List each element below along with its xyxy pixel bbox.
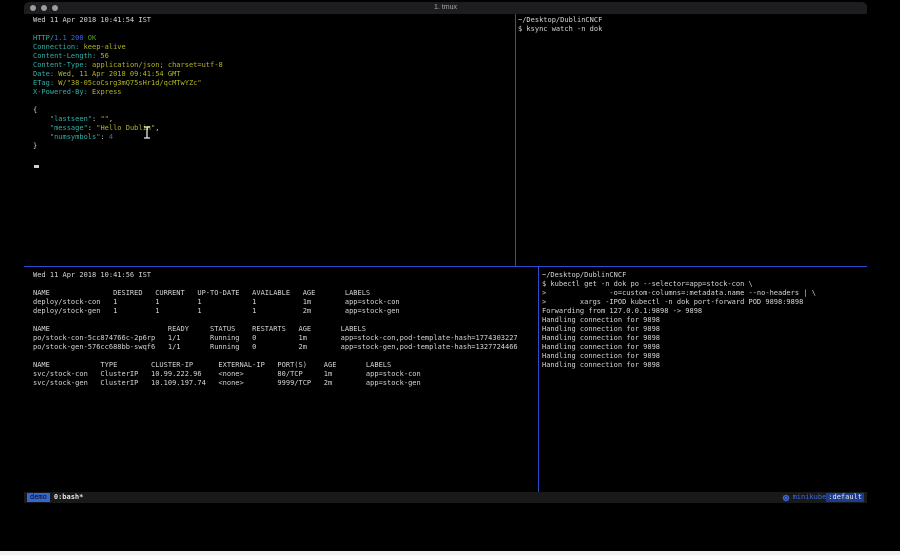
tmux-status-bar: demo 0:bash* minikube:default	[24, 492, 867, 503]
header-name: ETag:	[33, 79, 54, 87]
connection-line: Handling connection for 9898	[542, 316, 816, 325]
header-value: application/json; charset=utf-8	[88, 61, 223, 69]
header-value: W/"38-05coCsrg3mQ75sHr1d/qcMTwYZc"	[54, 79, 202, 87]
header-value: Wed, 11 Apr 2018 09:41:54 GMT	[54, 70, 180, 78]
terminal-cursor	[34, 165, 39, 168]
json-comma: ,	[109, 115, 113, 123]
pod-table-row: po/stock-con-5cc874766c-2p6rp 1/1 Runnin…	[33, 334, 518, 343]
blank-line	[33, 25, 223, 34]
command-line: > xargs -IPOD kubectl -n dok port-forwar…	[542, 298, 816, 307]
connection-line: Handling connection for 9898	[542, 325, 816, 334]
json-key: "numsymbols"	[33, 133, 100, 141]
cwd: ~/Desktop/DublinCNCF	[518, 16, 602, 25]
http-header: Content-Type: application/json; charset=…	[33, 61, 223, 70]
command-line: $ kubectl get -n dok po --selector=app=s…	[542, 280, 816, 289]
header-value: keep-alive	[79, 43, 125, 51]
json-field: "numsymbols": 4	[33, 133, 223, 142]
window-titlebar: 1. tmux	[24, 2, 867, 14]
json-field: "lastseen": "",	[33, 115, 223, 124]
pane-bottom-right[interactable]: ~/Desktop/DublinCNCF $ kubectl get -n do…	[542, 271, 816, 370]
deploy-table-row: deploy/stock-gen 1 1 1 1 2m app=stock-ge…	[33, 307, 518, 316]
pane-divider-vertical-top[interactable]	[515, 14, 516, 266]
pane-top-right[interactable]: ~/Desktop/DublinCNCF $ ksync watch -n do…	[518, 16, 602, 34]
svc-table-row: svc/stock-gen ClusterIP 10.109.197.74 <n…	[33, 379, 518, 388]
kube-context: minikube	[793, 492, 827, 503]
connection-line: Handling connection for 9898	[542, 361, 816, 370]
pane-divider-horizontal[interactable]	[24, 266, 867, 267]
json-open-brace: {	[33, 106, 223, 115]
json-key: "lastseen"	[33, 115, 92, 123]
deploy-table-header: NAME DESIRED CURRENT UP-TO-DATE AVAILABL…	[33, 289, 518, 298]
json-value: 4	[109, 133, 113, 141]
pod-table-header: NAME READY STATUS RESTARTS AGE LABELS	[33, 325, 518, 334]
command: $ ksync watch -n dok	[518, 25, 602, 34]
header-value: 56	[96, 52, 109, 60]
svc-table-row: svc/stock-con ClusterIP 10.99.222.96 <no…	[33, 370, 518, 379]
http-proto: HTTP/	[33, 34, 54, 42]
blank-line	[33, 316, 518, 325]
connection-line: Handling connection for 9898	[542, 343, 816, 352]
connection-line: Handling connection for 9898	[542, 334, 816, 343]
svc-table-header: NAME TYPE CLUSTER-IP EXTERNAL-IP PORT(S)…	[33, 361, 518, 370]
mouse-cursor-ibeam	[143, 126, 151, 139]
desktop-edge-strip	[0, 551, 900, 555]
http-header: Connection: keep-alive	[33, 43, 223, 52]
http-header: ETag: W/"38-05coCsrg3mQ75sHr1d/qcMTwYZc"	[33, 79, 223, 88]
http-header: X-Powered-By: Express	[33, 88, 223, 97]
json-field: "message": "Hello Dublin",	[33, 124, 223, 133]
forwarding-line: Forwarding from 127.0.0.1:9898 -> 9898	[542, 307, 816, 316]
deploy-table-row: deploy/stock-con 1 1 1 1 1m app=stock-co…	[33, 298, 518, 307]
header-name: Content-Type:	[33, 61, 88, 69]
command-line: > -o=custom-columns=:metadata.name --no-…	[542, 289, 816, 298]
blank-line	[33, 352, 518, 361]
status-right: minikube:default	[782, 492, 864, 503]
json-close-brace: }	[33, 142, 223, 151]
json-value: ""	[100, 115, 108, 123]
header-value: Express	[88, 88, 122, 96]
cwd: ~/Desktop/DublinCNCF	[542, 271, 816, 280]
http-header: Date: Wed, 11 Apr 2018 09:41:54 GMT	[33, 70, 223, 79]
pane-bottom-left[interactable]: Wed 11 Apr 2018 10:41:56 IST NAME DESIRE…	[33, 271, 518, 388]
pane-divider-vertical-bottom[interactable]	[538, 267, 539, 492]
connection-line: Handling connection for 9898	[542, 352, 816, 361]
json-key: "message"	[33, 124, 88, 132]
json-separator: :	[88, 124, 96, 132]
http-version-code: 1.1 200	[54, 34, 84, 42]
kube-namespace: :default	[826, 493, 864, 502]
http-header: Content-Length: 56	[33, 52, 223, 61]
pod-table-row: po/stock-gen-576cc688bb-swqf6 1/1 Runnin…	[33, 343, 518, 352]
blank-line	[33, 280, 518, 289]
header-name: Content-Length:	[33, 52, 96, 60]
timestamp: Wed 11 Apr 2018 10:41:54 IST	[33, 16, 223, 25]
json-separator: :	[100, 133, 108, 141]
header-name: Connection:	[33, 43, 79, 51]
pane-top-left[interactable]: Wed 11 Apr 2018 10:41:54 IST HTTP/1.1 20…	[33, 16, 223, 151]
session-name-badge: demo	[27, 493, 50, 502]
http-status-line: HTTP/1.1 200 OK	[33, 34, 223, 43]
timestamp: Wed 11 Apr 2018 10:41:56 IST	[33, 271, 518, 280]
window-title: 1. tmux	[24, 2, 867, 14]
http-reason: OK	[84, 34, 97, 42]
header-name: Date:	[33, 70, 54, 78]
blank-line	[33, 97, 223, 106]
json-comma: ,	[155, 124, 159, 132]
kube-helm-icon	[782, 494, 790, 502]
header-name: X-Powered-By:	[33, 88, 88, 96]
window-tab-bash[interactable]: 0:bash*	[54, 492, 84, 503]
